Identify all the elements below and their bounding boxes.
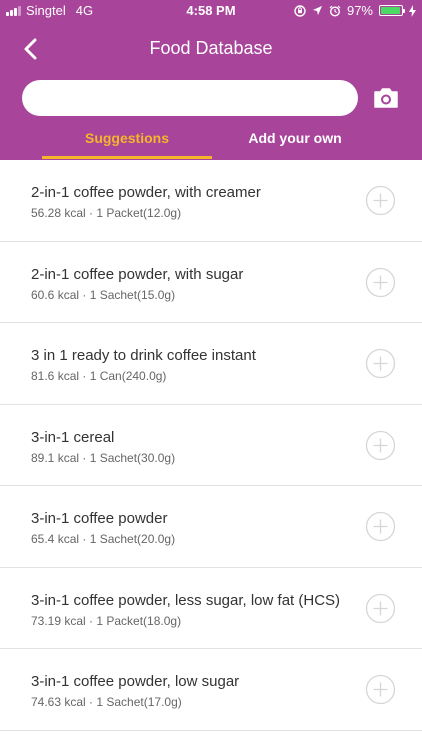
add-icon[interactable] xyxy=(365,348,396,379)
food-detail: 65.4 kcal · 1 Sachet(20.0g) xyxy=(31,532,176,546)
tab-bar: Suggestions Add your own xyxy=(0,125,422,160)
app-header: Singtel 4G 4:58 PM 97% Food Database Sug… xyxy=(0,0,422,160)
screen-lock-icon xyxy=(294,4,306,17)
food-name: 3-in-1 cereal xyxy=(31,428,115,446)
list-item[interactable]: 3-in-1 coffee powder, less sugar, low fa… xyxy=(0,568,422,649)
food-detail: 60.6 kcal · 1 Sachet(15.0g) xyxy=(31,287,176,302)
food-name: 3 in 1 ready to drink coffee instant xyxy=(31,347,256,364)
food-name: 3-in-1 coffee powder xyxy=(31,510,168,527)
add-icon[interactable] xyxy=(365,430,396,461)
status-bar: Singtel 4G 4:58 PM 97% xyxy=(0,0,422,22)
food-list: 2-in-1 coffee powder, with creamer 56.28… xyxy=(0,160,422,731)
charging-icon xyxy=(409,4,416,17)
tab-add-your-own[interactable]: Add your own xyxy=(212,130,378,146)
battery-icon xyxy=(379,5,405,16)
add-icon[interactable] xyxy=(365,185,396,216)
tab-suggestions[interactable]: Suggestions xyxy=(42,130,212,146)
add-icon[interactable] xyxy=(365,267,396,298)
status-right: 97% xyxy=(294,3,416,18)
page-title: Food Database xyxy=(149,38,273,58)
food-name: 3-in-1 coffee powder, low sugar xyxy=(31,673,240,690)
add-icon[interactable] xyxy=(365,593,396,624)
food-name: 3-in-1 coffee powder, less sugar, low fa… xyxy=(31,591,341,609)
camera-icon[interactable] xyxy=(373,86,399,110)
battery-fill xyxy=(381,7,401,14)
food-detail: 74.63 kcal · 1 Sachet(17.0g) xyxy=(31,695,182,709)
battery-percent: 97% xyxy=(346,3,373,18)
food-detail: 81.6 kcal · 1 Can(240.0g) xyxy=(31,369,167,383)
food-detail: 73.19 kcal · 1 Packet(18.0g) xyxy=(31,613,182,628)
list-item[interactable]: 3-in-1 coffee powder 65.4 kcal · 1 Sache… xyxy=(0,486,422,568)
list-item[interactable]: 2-in-1 coffee powder, with sugar 60.6 kc… xyxy=(0,242,422,323)
list-item[interactable]: 3-in-1 coffee powder, low sugar 74.63 kc… xyxy=(0,649,422,731)
location-icon xyxy=(312,5,323,16)
food-name: 2-in-1 coffee powder, with sugar xyxy=(31,265,244,283)
list-item[interactable]: 3-in-1 cereal 89.1 kcal · 1 Sachet(30.0g… xyxy=(0,405,422,486)
add-icon[interactable] xyxy=(365,674,396,705)
food-detail: 89.1 kcal · 1 Sachet(30.0g) xyxy=(31,450,176,465)
add-icon[interactable] xyxy=(365,511,396,542)
list-item[interactable]: 2-in-1 coffee powder, with creamer 56.28… xyxy=(0,160,422,242)
list-item[interactable]: 3 in 1 ready to drink coffee instant 81.… xyxy=(0,323,422,405)
active-tab-indicator xyxy=(42,156,212,159)
alarm-icon xyxy=(329,5,341,17)
search-input[interactable] xyxy=(22,80,358,116)
food-name: 2-in-1 coffee powder, with creamer xyxy=(31,184,261,201)
food-detail: 56.28 kcal · 1 Packet(12.0g) xyxy=(31,206,182,220)
